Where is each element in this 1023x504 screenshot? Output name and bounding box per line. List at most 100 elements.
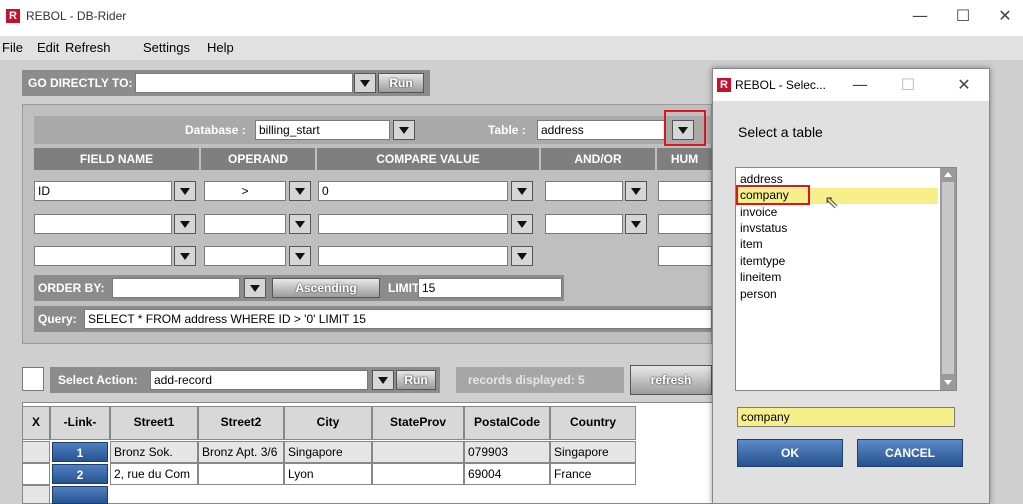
hum-input-1[interactable] xyxy=(658,181,712,201)
hum-input-2[interactable] xyxy=(658,214,712,234)
andor-input-2[interactable] xyxy=(545,214,623,234)
limit-input[interactable]: 15 xyxy=(418,278,562,298)
rebol-logo-icon: R xyxy=(717,78,731,92)
field-name-input-3[interactable] xyxy=(34,246,172,266)
ok-button[interactable]: OK xyxy=(737,439,843,467)
selection-field[interactable]: company xyxy=(737,407,955,427)
goto-label: GO DIRECTLY TO: xyxy=(28,76,133,90)
database-select[interactable]: billing_start xyxy=(255,120,390,140)
compare-dropdown-icon-1[interactable] xyxy=(511,181,533,201)
col-x[interactable]: X xyxy=(22,406,50,440)
goto-run-button[interactable]: Run xyxy=(378,73,424,93)
table-dropdown-icon[interactable] xyxy=(672,120,694,140)
col-street1[interactable]: Street1 xyxy=(110,406,198,440)
operand-dropdown-icon-3[interactable] xyxy=(289,246,311,266)
operand-input-2[interactable] xyxy=(204,214,286,234)
close-icon[interactable]: ✕ xyxy=(990,6,1020,26)
query-text-field[interactable]: SELECT * FROM address WHERE ID > '0' LIM… xyxy=(84,309,712,329)
row-link-button[interactable] xyxy=(52,486,108,504)
select-action-dropdown-icon[interactable] xyxy=(372,370,394,390)
field-name-dropdown-icon-1[interactable] xyxy=(174,181,196,201)
operand-input-3[interactable] xyxy=(204,246,286,266)
cell-stateprov xyxy=(372,441,464,463)
andor-dropdown-icon-2[interactable] xyxy=(625,214,647,234)
database-dropdown-icon[interactable] xyxy=(393,120,415,140)
dialog-title-bar: R REBOL - Selec... — ☐ ✕ xyxy=(713,69,989,101)
goto-input[interactable] xyxy=(135,73,353,93)
list-item[interactable]: invstatus xyxy=(740,221,787,236)
col-city[interactable]: City xyxy=(284,406,372,440)
table-listbox[interactable]: address company invoice invstatus item i… xyxy=(735,167,957,391)
operand-dropdown-icon-2[interactable] xyxy=(289,214,311,234)
menu-bar: File Edit Refresh Settings Help xyxy=(0,36,1023,60)
select-action-label: Select Action: xyxy=(58,373,138,387)
col-stateprov[interactable]: StateProv xyxy=(372,406,464,440)
row-checkbox[interactable] xyxy=(22,463,50,485)
dialog-close-icon[interactable]: ✕ xyxy=(949,75,979,95)
compare-value-input-3[interactable] xyxy=(318,246,508,266)
header-field-name: FIELD NAME xyxy=(34,148,199,170)
order-by-dropdown-icon[interactable] xyxy=(244,278,266,298)
scroll-down-icon[interactable] xyxy=(944,380,952,385)
compare-dropdown-icon-2[interactable] xyxy=(511,214,533,234)
cell-street2: Bronz Apt. 3/6 xyxy=(198,441,284,463)
list-item[interactable]: lineitem xyxy=(740,270,781,285)
hum-input-3[interactable] xyxy=(658,246,712,266)
andor-dropdown-icon-1[interactable] xyxy=(625,181,647,201)
col-link[interactable]: -Link- xyxy=(50,406,110,440)
row-link-button[interactable]: 1 xyxy=(52,442,108,462)
action-run-button[interactable]: Run xyxy=(396,370,436,390)
select-table-dialog: R REBOL - Selec... — ☐ ✕ Select a table … xyxy=(712,68,990,504)
header-hum: HUM xyxy=(657,148,712,170)
menu-file[interactable]: File xyxy=(2,40,23,55)
andor-input-1[interactable] xyxy=(545,181,623,201)
database-label: Database : xyxy=(185,123,246,137)
table-label: Table : xyxy=(488,123,526,137)
dialog-minimize-icon[interactable]: — xyxy=(845,75,875,95)
field-name-dropdown-icon-3[interactable] xyxy=(174,246,196,266)
maximize-icon[interactable]: ☐ xyxy=(948,6,978,26)
cell-postalcode: 69004 xyxy=(464,463,550,485)
list-item[interactable]: itemtype xyxy=(740,254,785,269)
col-postalcode[interactable]: PostalCode xyxy=(464,406,550,440)
compare-dropdown-icon-3[interactable] xyxy=(511,246,533,266)
listbox-scrollbar[interactable] xyxy=(940,168,956,390)
col-country[interactable]: Country xyxy=(550,406,636,440)
table-select[interactable]: address xyxy=(537,120,665,140)
scrollbar-thumb[interactable] xyxy=(942,182,954,374)
menu-settings[interactable]: Settings xyxy=(143,40,190,55)
compare-value-input-1[interactable]: 0 xyxy=(318,181,508,201)
cell-country: Singapore xyxy=(550,441,636,463)
list-item[interactable]: item xyxy=(740,237,763,252)
menu-help[interactable]: Help xyxy=(207,40,234,55)
menu-edit[interactable]: Edit xyxy=(37,40,59,55)
minimize-icon[interactable]: — xyxy=(905,6,935,26)
order-by-select[interactable] xyxy=(112,278,240,298)
cell-street1: 2, rue du Com xyxy=(110,463,198,485)
field-name-input-2[interactable] xyxy=(34,214,172,234)
dialog-title: REBOL - Selec... xyxy=(735,78,826,92)
menu-refresh[interactable]: Refresh xyxy=(65,40,111,55)
goto-dropdown-icon[interactable] xyxy=(354,73,376,93)
list-item[interactable]: invoice xyxy=(740,205,777,220)
operand-input-1[interactable]: > xyxy=(204,181,286,201)
ascending-button[interactable]: Ascending xyxy=(272,278,380,298)
cell-street1: Bronz Sok. xyxy=(110,441,198,463)
cell-postalcode: 079903 xyxy=(464,441,550,463)
row-checkbox[interactable] xyxy=(22,485,50,504)
compare-value-input-2[interactable] xyxy=(318,214,508,234)
col-street2[interactable]: Street2 xyxy=(198,406,284,440)
cell-country: France xyxy=(550,463,636,485)
field-name-dropdown-icon-2[interactable] xyxy=(174,214,196,234)
select-all-checkbox[interactable] xyxy=(22,367,44,391)
scroll-up-icon[interactable] xyxy=(944,172,952,177)
row-checkbox[interactable] xyxy=(22,441,50,463)
refresh-button[interactable]: refresh xyxy=(630,365,712,395)
select-action-select[interactable]: add-record xyxy=(150,370,368,390)
list-item[interactable]: person xyxy=(740,287,777,302)
row-link-button[interactable]: 2 xyxy=(52,464,108,484)
field-name-input-1[interactable]: ID xyxy=(34,181,172,201)
records-displayed: records displayed: 5 xyxy=(468,373,585,387)
cancel-button[interactable]: CANCEL xyxy=(857,439,963,467)
operand-dropdown-icon-1[interactable] xyxy=(289,181,311,201)
